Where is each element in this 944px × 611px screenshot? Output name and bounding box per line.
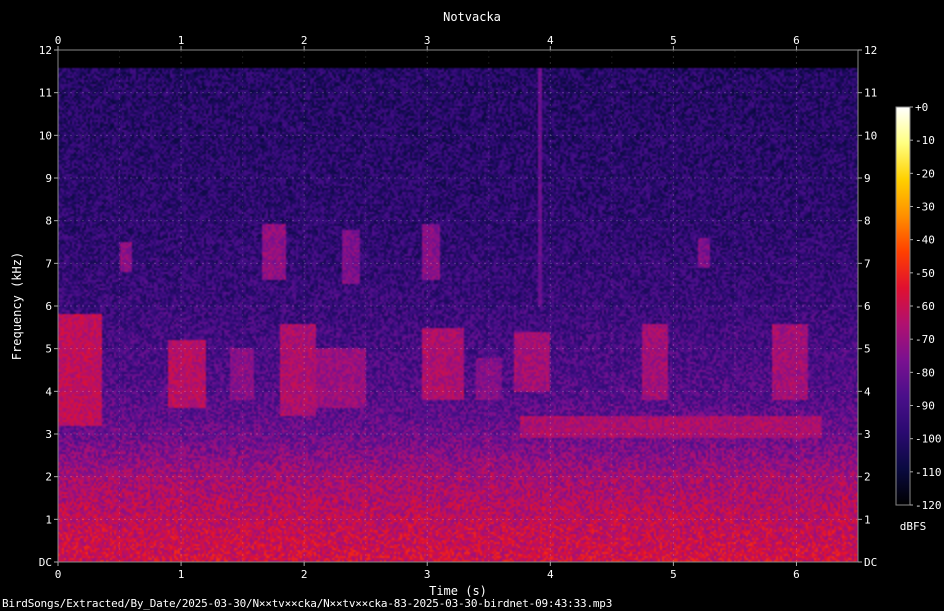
colorbar-gradient	[895, 106, 911, 506]
x-tick-label-bottom: 3	[424, 568, 431, 581]
y-tick-label-right: 5	[864, 343, 871, 356]
colorbar-tick-label: -60	[915, 300, 935, 313]
y-tick-label-right: 1	[864, 513, 871, 526]
y-tick-label-left: 6	[45, 300, 52, 313]
y-tick-label-left: 11	[39, 87, 52, 100]
y-tick-label-left: 8	[45, 215, 52, 228]
y-tick-label-right: 6	[864, 300, 871, 313]
colorbar-tick-label: -70	[915, 333, 935, 346]
y-tick-label-left: 1	[45, 513, 52, 526]
colorbar-label: dBFS	[900, 520, 927, 533]
y-tick-label-left: 9	[45, 172, 52, 185]
x-axis-label: Time (s)	[429, 584, 487, 598]
y-tick-label-right: 12	[864, 44, 877, 57]
x-tick-label-bottom: 4	[547, 568, 554, 581]
y-tick-label-left: 5	[45, 343, 52, 356]
colorbar-tick-label: -100	[915, 433, 942, 446]
x-tick-label-bottom: 2	[301, 568, 308, 581]
x-tick-label-top: 4	[547, 34, 554, 47]
x-tick-label-bottom: 1	[178, 568, 185, 581]
y-tick-label-left: 10	[39, 129, 52, 142]
x-tick-label-bottom: 5	[670, 568, 677, 581]
y-tick-label-left: 3	[45, 428, 52, 441]
colorbar-tick-label: -40	[915, 234, 935, 247]
spectrogram-plot	[57, 49, 859, 563]
colorbar-tick-label: -120	[915, 499, 942, 512]
x-tick-label-top: 3	[424, 34, 431, 47]
colorbar-tick-label: -80	[915, 366, 935, 379]
x-tick-label-top: 0	[55, 34, 62, 47]
y-tick-label-right: 7	[864, 257, 871, 270]
x-tick-label-top: 1	[178, 34, 185, 47]
y-tick-label-left: 2	[45, 471, 52, 484]
colorbar-tick-label: -90	[915, 400, 935, 413]
x-tick-label-bottom: 6	[793, 568, 800, 581]
x-tick-label-bottom: 0	[55, 568, 62, 581]
colorbar-tick-label: -110	[915, 466, 942, 479]
y-tick-label-left: DC	[39, 556, 52, 569]
y-tick-label-right: 4	[864, 385, 871, 398]
y-tick-label-right: 2	[864, 471, 871, 484]
colorbar-tick-label: -50	[915, 267, 935, 280]
colorbar: +0 -10 -20 -30 -40 -50 -60 -70 -80 -90 -100 -110 -12…	[895, 101, 942, 533]
y-tick-label-left: 12	[39, 44, 52, 57]
y-axis-label: Frequency (kHz)	[10, 252, 24, 360]
y-tick-label-left: 4	[45, 385, 52, 398]
y-tick-label-right: 9	[864, 172, 871, 185]
colorbar-tick-label: -30	[915, 201, 935, 214]
colorbar-tick-label: +0	[915, 101, 928, 114]
x-tick-label-top: 6	[793, 34, 800, 47]
y-tick-label-left: 7	[45, 257, 52, 270]
chart-title: Notvacka	[443, 10, 501, 24]
y-tick-label-right: 11	[864, 87, 877, 100]
y-tick-label-right: 3	[864, 428, 871, 441]
file-path-label: BirdSongs/Extracted/By_Date/2025-03-30/N…	[2, 597, 613, 610]
colorbar-tick-label: -20	[915, 167, 935, 180]
x-tick-label-top: 2	[301, 34, 308, 47]
y-tick-label-right: 8	[864, 215, 871, 228]
spectrogram-figure: Notvacka 00112233445566DC DC1 12 23 34 45 56 67…	[10, 10, 942, 598]
colorbar-tick-label: -10	[915, 134, 935, 147]
x-tick-label-top: 5	[670, 34, 677, 47]
y-tick-label-right: DC	[864, 556, 877, 569]
y-tick-label-right: 10	[864, 129, 877, 142]
colorbar-ticks: +0 -10 -20 -30 -40 -50 -60 -70 -80 -90 -100 -110 -12…	[910, 101, 942, 512]
